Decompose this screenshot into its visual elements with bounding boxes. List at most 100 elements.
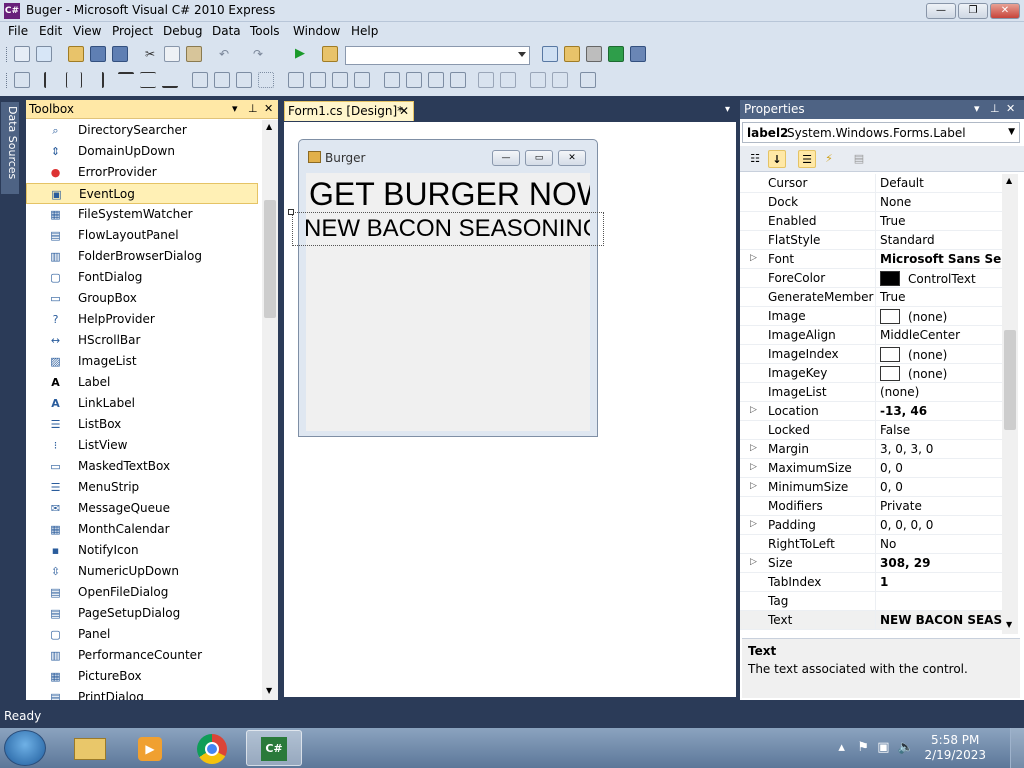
property-row[interactable]: FlatStyle Standard <box>740 231 1002 250</box>
find-in-files-icon[interactable] <box>322 46 338 62</box>
toolbox-item[interactable]: ⌕ DirectorySearcher <box>26 120 258 141</box>
cut-icon[interactable]: ✂ <box>142 46 158 62</box>
chevron-down-icon[interactable] <box>518 52 526 57</box>
property-value-cell[interactable]: 0, 0 <box>875 478 1002 497</box>
dropdown-arrow-icon[interactable]: ▾ <box>232 102 238 115</box>
data-sources-tab[interactable]: Data Sources <box>1 102 19 194</box>
toolbox-item[interactable]: ▤ PrintDialog <box>26 687 258 700</box>
property-row[interactable]: Image (none) <box>740 307 1002 326</box>
toolbox-scrollbar[interactable]: ▲ ▼ <box>262 120 278 700</box>
toolbox-item[interactable]: A Label <box>26 372 258 393</box>
resize-handle[interactable] <box>288 209 294 215</box>
center-vertically-icon[interactable] <box>500 72 516 88</box>
close-button[interactable]: ✕ <box>990 3 1020 19</box>
expand-icon[interactable]: ▷ <box>750 405 757 415</box>
close-icon[interactable]: ✕ <box>1006 102 1015 115</box>
align-bottoms-icon[interactable] <box>162 72 178 88</box>
property-row[interactable]: RightToLeft No <box>740 535 1002 554</box>
scroll-down-icon[interactable]: ▼ <box>266 686 272 695</box>
redo-icon[interactable]: ↷ <box>250 46 266 62</box>
object-browser-icon[interactable] <box>586 46 602 62</box>
increase-horizontal-spacing-icon[interactable] <box>310 72 326 88</box>
property-value-cell[interactable]: -13, 46 <box>875 402 1002 421</box>
toolbox-item[interactable]: ● ErrorProvider <box>26 162 258 183</box>
chevron-down-icon[interactable]: ▼ <box>1008 127 1015 137</box>
menu-tools[interactable]: Tools <box>250 24 280 38</box>
media-player-icon[interactable]: ▶ <box>122 730 178 766</box>
extension-manager-icon[interactable] <box>630 46 646 62</box>
toolbar-grip[interactable] <box>6 73 9 88</box>
remove-vertical-spacing-icon[interactable] <box>450 72 466 88</box>
property-row[interactable]: ▷ Size 308, 29 <box>740 554 1002 573</box>
visual-csharp-taskbar-icon[interactable]: C# <box>246 730 302 766</box>
properties-scrollbar[interactable]: ▲ ▼ <box>1002 174 1018 634</box>
property-row[interactable]: ▷ MaximumSize 0, 0 <box>740 459 1002 478</box>
vertical-spacing-equal-icon[interactable] <box>384 72 400 88</box>
property-row[interactable]: Enabled True <box>740 212 1002 231</box>
toolbox-window-icon[interactable] <box>608 46 624 62</box>
property-row[interactable]: ForeColor ControlText <box>740 269 1002 288</box>
property-row[interactable]: ▷ Location -13, 46 <box>740 402 1002 421</box>
toolbox-item[interactable]: ☰ MenuStrip <box>26 477 258 498</box>
property-value-cell[interactable] <box>875 592 1002 611</box>
expand-icon[interactable]: ▷ <box>750 462 757 472</box>
menu-edit[interactable]: Edit <box>39 24 62 38</box>
scroll-thumb[interactable] <box>1004 330 1016 430</box>
toolbox-item[interactable]: ▤ PageSetupDialog <box>26 603 258 624</box>
expand-icon[interactable]: ▷ <box>750 519 757 529</box>
menu-file[interactable]: File <box>8 24 28 38</box>
toolbox-item[interactable]: ▨ ImageList <box>26 351 258 372</box>
dropdown-arrow-icon[interactable]: ▾ <box>974 102 980 115</box>
expand-icon[interactable]: ▷ <box>750 253 757 263</box>
make-same-height-icon[interactable] <box>214 72 230 88</box>
toolbox-item[interactable]: ▢ FontDialog <box>26 267 258 288</box>
start-debugging-icon[interactable]: ▶ <box>292 46 308 62</box>
scroll-up-icon[interactable]: ▲ <box>266 122 272 131</box>
property-value-cell[interactable]: MiddleCenter <box>875 326 1002 345</box>
toolbox-item[interactable]: ▥ PerformanceCounter <box>26 645 258 666</box>
property-row[interactable]: ▷ Font Microsoft Sans Serif, 1 <box>740 250 1002 269</box>
property-value-cell[interactable]: No <box>875 535 1002 554</box>
property-value-cell[interactable]: (none) <box>875 364 1002 383</box>
clock[interactable]: 5:58 PM 2/19/2023 <box>924 733 986 763</box>
paste-icon[interactable] <box>186 46 202 62</box>
volume-icon[interactable]: 🔈 <box>898 740 914 755</box>
property-row[interactable]: ImageAlign MiddleCenter <box>740 326 1002 345</box>
document-dropdown-icon[interactable]: ▾ <box>725 104 730 115</box>
toolbox-item[interactable]: ▭ GroupBox <box>26 288 258 309</box>
decrease-vertical-spacing-icon[interactable] <box>428 72 444 88</box>
property-value-cell[interactable]: 0, 0 <box>875 459 1002 478</box>
object-selector[interactable]: label2 System.Windows.Forms.Label ▼ <box>742 122 1020 143</box>
pin-icon[interactable]: ⊥ <box>990 102 1000 115</box>
property-value-cell[interactable]: False <box>875 421 1002 440</box>
menu-data[interactable]: Data <box>212 24 241 38</box>
alphabetical-icon[interactable]: ↓ <box>768 150 786 168</box>
toolbox-item[interactable]: ▥ FolderBrowserDialog <box>26 246 258 267</box>
property-row[interactable]: Modifiers Private <box>740 497 1002 516</box>
center-horizontally-icon[interactable] <box>478 72 494 88</box>
align-lefts-icon[interactable] <box>44 72 60 88</box>
network-icon[interactable]: ▣ <box>877 740 889 755</box>
maximize-button[interactable]: ❐ <box>958 3 988 19</box>
scroll-up-icon[interactable]: ▲ <box>1006 176 1012 185</box>
decrease-horizontal-spacing-icon[interactable] <box>332 72 348 88</box>
property-row[interactable]: Locked False <box>740 421 1002 440</box>
make-same-size-icon[interactable] <box>236 72 252 88</box>
property-value-cell[interactable]: True <box>875 288 1002 307</box>
align-to-grid-icon[interactable] <box>14 72 30 88</box>
remove-horizontal-spacing-icon[interactable] <box>354 72 370 88</box>
toolbar-grip[interactable] <box>6 47 9 62</box>
minimize-button[interactable]: — <box>926 3 956 19</box>
property-row[interactable]: ▷ MinimumSize 0, 0 <box>740 478 1002 497</box>
expand-icon[interactable]: ▷ <box>750 557 757 567</box>
property-row[interactable]: Text NEW BACON SEASON <box>740 611 1002 630</box>
make-same-width-icon[interactable] <box>192 72 208 88</box>
expand-icon[interactable]: ▷ <box>750 481 757 491</box>
increase-vertical-spacing-icon[interactable] <box>406 72 422 88</box>
toolbox-item[interactable]: ▦ FileSystemWatcher <box>26 204 258 225</box>
close-tab-icon[interactable]: ✕ <box>399 104 409 118</box>
property-value-cell[interactable]: 3, 0, 3, 0 <box>875 440 1002 459</box>
new-project-icon[interactable] <box>14 46 30 62</box>
toolbox-item[interactable]: ⇕ DomainUpDown <box>26 141 258 162</box>
size-to-grid-icon[interactable] <box>258 72 274 88</box>
